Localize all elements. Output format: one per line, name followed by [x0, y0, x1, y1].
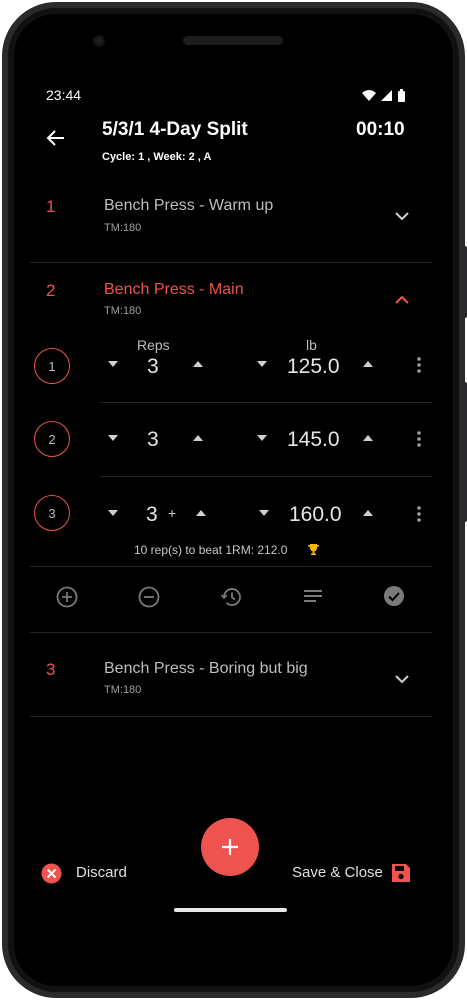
beat-1rm-message: 10 rep(s) to beat 1RM: 212.0 [134, 543, 288, 557]
cycle-subtitle: Cycle: 1 , Week: 2 , A [102, 151, 212, 163]
back-arrow-icon[interactable] [42, 124, 70, 152]
reps-increase-icon[interactable] [191, 433, 205, 443]
set-row-2: 2 3 145.0 [30, 418, 432, 464]
reps-decrease-icon[interactable] [106, 359, 120, 369]
exercise-name: Bench Press - Main [104, 281, 244, 298]
weight-decrease-icon[interactable] [255, 359, 269, 369]
reps-value[interactable]: 3 [147, 428, 159, 452]
divider [30, 566, 432, 567]
more-vert-icon[interactable] [412, 504, 426, 524]
more-vert-icon[interactable] [412, 429, 426, 449]
exercise-row-1[interactable] [30, 182, 432, 252]
set-row-1: 1 3 125.0 [30, 344, 432, 390]
weight-value[interactable]: 125.0 [287, 355, 340, 379]
power-button [462, 246, 467, 318]
chevron-down-icon[interactable] [390, 669, 414, 689]
battery-icon [398, 89, 405, 102]
set-number[interactable]: 1 [34, 348, 70, 384]
signal-icon [381, 90, 392, 101]
page-title: 5/3/1 4-Day Split [102, 119, 248, 140]
divider [100, 402, 432, 403]
reps-increase-icon[interactable] [194, 508, 208, 518]
weight-increase-icon[interactable] [361, 508, 375, 518]
amrap-plus: + [168, 505, 177, 521]
weight-increase-icon[interactable] [361, 433, 375, 443]
chevron-down-icon[interactable] [390, 206, 414, 226]
volume-button [462, 382, 467, 522]
weight-value[interactable]: 160.0 [289, 503, 342, 527]
set-number[interactable]: 2 [34, 421, 70, 457]
exercise-tm: TM:180 [104, 684, 142, 696]
notes-icon[interactable] [300, 584, 326, 610]
more-vert-icon[interactable] [412, 355, 426, 375]
wifi-icon [362, 90, 376, 101]
exercise-tm: TM:180 [104, 305, 142, 317]
reps-decrease-icon[interactable] [106, 433, 120, 443]
set-number[interactable]: 3 [34, 495, 70, 531]
exercise-tm: TM:180 [104, 222, 142, 234]
divider [30, 632, 432, 633]
weight-increase-icon[interactable] [361, 359, 375, 369]
exercise-index: 1 [46, 197, 56, 216]
history-icon[interactable] [218, 584, 244, 610]
divider [100, 476, 432, 477]
plus-icon [222, 839, 238, 855]
trophy-icon [306, 542, 320, 556]
weight-decrease-icon[interactable] [257, 508, 271, 518]
add-exercise-button[interactable] [201, 818, 259, 876]
divider [30, 716, 432, 717]
reps-value[interactable]: 3 [146, 503, 158, 527]
home-indicator[interactable] [174, 908, 287, 912]
discard-icon[interactable] [40, 862, 62, 884]
set-row-3: 3 3 + 160.0 [30, 492, 432, 538]
divider [30, 262, 432, 263]
workout-timer: 00:10 [356, 119, 405, 140]
reps-value[interactable]: 3 [147, 355, 159, 379]
reps-increase-icon[interactable] [191, 359, 205, 369]
add-circle-icon[interactable] [54, 584, 80, 610]
remove-circle-icon[interactable] [136, 584, 162, 610]
reps-decrease-icon[interactable] [106, 508, 120, 518]
status-time: 23:44 [46, 87, 82, 103]
camera [93, 35, 105, 47]
chevron-up-icon[interactable] [390, 289, 414, 309]
exercise-name: Bench Press - Warm up [104, 197, 274, 214]
exercise-index: 2 [46, 281, 56, 300]
discard-button[interactable]: Discard [76, 864, 127, 881]
exercise-index: 3 [46, 660, 56, 679]
check-circle-icon[interactable] [381, 583, 407, 609]
weight-decrease-icon[interactable] [255, 433, 269, 443]
status-icons [361, 88, 409, 102]
speaker [183, 36, 283, 45]
exercise-name: Bench Press - Boring but big [104, 660, 308, 677]
weight-value[interactable]: 145.0 [287, 428, 340, 452]
save-icon[interactable] [390, 862, 412, 884]
save-close-button[interactable]: Save & Close [292, 864, 383, 881]
